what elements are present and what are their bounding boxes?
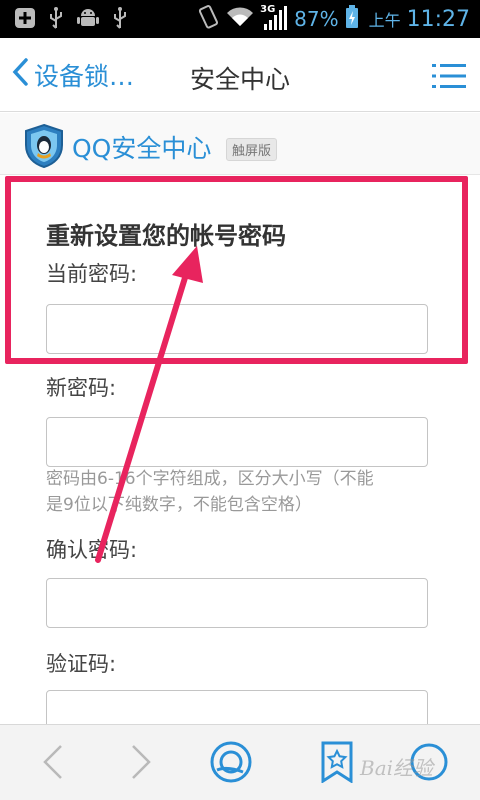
- chevron-left-icon: [42, 744, 64, 784]
- form-heading: 重新设置您的帐号密码: [46, 222, 286, 250]
- signal-icon: 3G: [260, 4, 288, 32]
- brand-bar: QQ安全中心 触屏版: [0, 113, 480, 175]
- qq-shield-logo-icon: [22, 123, 66, 173]
- menu-button[interactable]: [432, 62, 466, 90]
- back-label: 设备锁…: [34, 62, 135, 91]
- password-rule-hint: 密码由6-16个字符组成，区分大小写（不能 是9位以下纯数字，不能包含空格）: [46, 466, 456, 518]
- add-icon: [14, 7, 36, 29]
- vibrate-icon: [196, 4, 220, 34]
- usb-icon: [48, 6, 64, 30]
- password-rule-hint-line-1: 密码由6-16个字符组成，区分大小写（不能: [46, 469, 374, 489]
- browser-forward-button[interactable]: [116, 739, 166, 789]
- battery-percent: 87%: [294, 7, 339, 31]
- more-circle-icon: [409, 742, 449, 786]
- status-bar: 3G 87% 上午 11:27: [0, 0, 480, 38]
- captcha-label: 验证码:: [46, 652, 117, 676]
- clock: 11:27: [406, 6, 470, 32]
- current-password-input[interactable]: [46, 304, 428, 354]
- nav-bar: 设备锁… 安全中心: [0, 38, 480, 112]
- bookmark-star-icon: [320, 741, 354, 787]
- notification-icons: [14, 6, 128, 30]
- android-debug-icon: [76, 6, 100, 30]
- bookmark-button[interactable]: [312, 739, 362, 789]
- usb-icon-2: [112, 6, 128, 30]
- confirm-password-label: 确认密码:: [46, 538, 138, 562]
- brand-name: QQ安全中心: [72, 134, 212, 163]
- battery-charging-icon: [345, 5, 359, 33]
- browser-back-button[interactable]: [28, 739, 78, 789]
- chevron-right-icon: [130, 744, 152, 784]
- status-icons: 3G 87% 上午 11:27: [196, 3, 470, 35]
- list-menu-icon: [432, 64, 466, 94]
- menu-more-button[interactable]: [404, 739, 454, 789]
- chevron-left-icon: [12, 58, 34, 92]
- password-rule-hint-line-2: 是9位以下纯数字，不能包含空格）: [46, 495, 312, 515]
- current-password-label: 当前密码:: [46, 262, 138, 286]
- browser-toolbar: [0, 724, 480, 800]
- new-password-label: 新密码:: [46, 376, 117, 400]
- wifi-icon: [226, 6, 254, 32]
- back-button[interactable]: 设备锁…: [12, 58, 134, 92]
- time-ampm: 上午: [368, 11, 401, 30]
- qq-browser-home-icon: [209, 740, 253, 788]
- new-password-input[interactable]: [46, 417, 428, 467]
- browser-home-button[interactable]: [206, 739, 256, 789]
- confirm-password-input[interactable]: [46, 578, 428, 628]
- touch-version-badge: 触屏版: [226, 138, 278, 161]
